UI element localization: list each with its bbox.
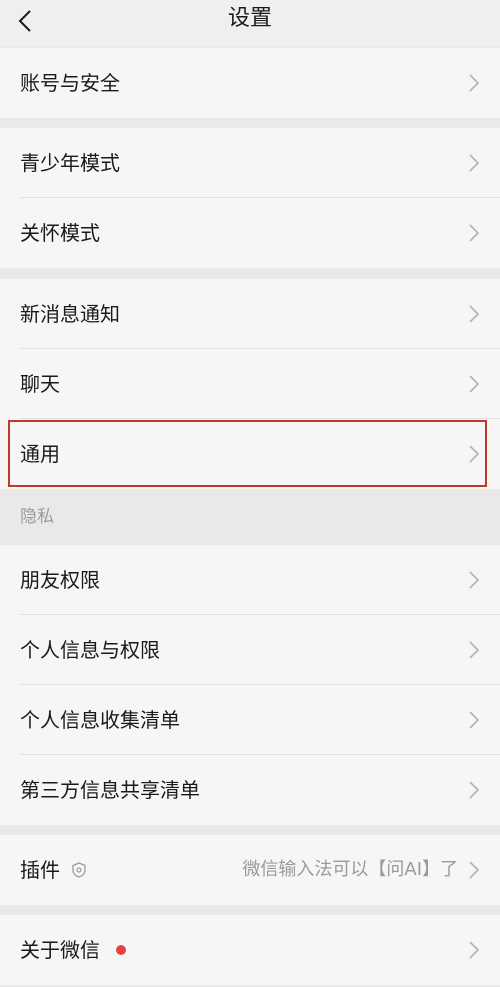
chevron-right-icon [469,305,480,323]
chevron-right-icon [469,781,480,799]
settings-item-teen-mode[interactable]: 青少年模式 [0,128,500,198]
nav-header: 设置 [0,0,500,46]
chevron-right-icon [469,941,480,959]
settings-item-new-message-notify[interactable]: 新消息通知 [0,279,500,349]
settings-item-label: 插件 [20,858,60,882]
chevron-right-icon [469,74,480,92]
shield-icon [72,862,86,878]
settings-item-label: 新消息通知 [20,302,120,326]
settings-item-plugins[interactable]: 插件 微信输入法可以【问AI】了 [0,835,500,905]
chevron-right-icon [469,445,480,463]
settings-item-label: 关于微信 [20,938,100,962]
plugins-promo-text: 微信输入法可以【问AI】了 [242,859,458,880]
chevron-right-icon [469,571,480,589]
chevron-right-icon [469,224,480,242]
chevron-right-icon [469,641,480,659]
settings-item-label: 关怀模式 [20,221,100,245]
section-header-label: 隐私 [20,507,54,527]
settings-item-chat[interactable]: 聊天 [0,349,500,419]
settings-item-label: 个人信息与权限 [20,638,160,662]
settings-item-label: 通用 [20,442,60,466]
settings-item-account-security[interactable]: 账号与安全 [0,48,500,118]
settings-item-friend-permissions[interactable]: 朋友权限 [0,545,500,615]
settings-item-about[interactable]: 关于微信 [0,915,500,985]
settings-item-third-party-sharing[interactable]: 第三方信息共享清单 [0,755,500,825]
section-header-privacy: 隐私 [0,489,500,545]
notification-dot [116,945,126,955]
chevron-right-icon [469,154,480,172]
settings-item-label: 聊天 [20,372,60,396]
chevron-right-icon [469,861,480,879]
settings-item-care-mode[interactable]: 关怀模式 [0,198,500,268]
chevron-right-icon [469,375,480,393]
settings-item-label: 青少年模式 [20,151,120,175]
settings-item-personal-info-permissions[interactable]: 个人信息与权限 [0,615,500,685]
settings-item-label: 朋友权限 [20,568,100,592]
settings-item-label: 账号与安全 [20,71,120,95]
settings-item-label: 个人信息收集清单 [20,708,180,732]
settings-item-label: 第三方信息共享清单 [20,778,200,802]
settings-item-personal-info-collection[interactable]: 个人信息收集清单 [0,685,500,755]
chevron-right-icon [469,711,480,729]
settings-item-general[interactable]: 通用 [0,419,500,489]
page-title: 设置 [227,6,272,31]
